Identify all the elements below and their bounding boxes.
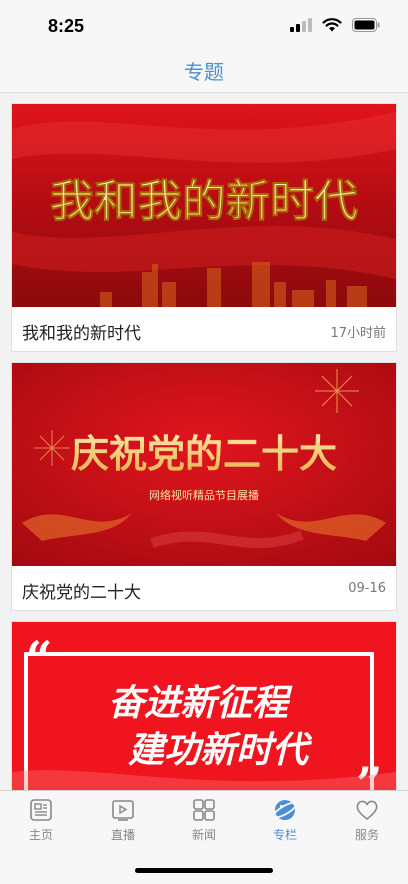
tab-label: 直播 — [110, 828, 135, 842]
news-grid-icon — [193, 799, 215, 821]
topic-banner-image[interactable]: “ ” 奋进新征程 建功新时代 — [12, 622, 396, 790]
topic-title: 我和我的新时代 — [22, 324, 141, 344]
status-icons — [290, 18, 380, 32]
navigation-bar: 专题 — [0, 48, 408, 93]
banner-title-text: 庆祝党的二十大 — [71, 431, 337, 476]
page-title: 专题 — [184, 60, 224, 84]
status-bar: 8:25 — [0, 0, 408, 48]
tab-service[interactable]: 服务 — [326, 797, 408, 847]
tab-live[interactable]: 直播 — [82, 797, 164, 847]
tab-label: 服务 — [354, 828, 379, 842]
tab-label: 新闻 — [191, 828, 216, 842]
status-time: 8:25 — [48, 16, 85, 36]
topic-banner-image[interactable]: 我和我的新时代 — [12, 104, 396, 307]
home-indicator[interactable] — [135, 868, 273, 873]
banner-title-text: 我和我的新时代 — [50, 176, 358, 227]
tab-home[interactable]: 主页 — [0, 797, 82, 847]
topic-card[interactable]: 我和我的新时代 我和我的新时代 17小时前 — [11, 103, 397, 352]
banner-line1-text: 奋进新征程 — [108, 683, 293, 724]
quote-open-icon: “ — [26, 631, 52, 685]
topic-banner-image[interactable]: 庆祝党的二十大 网络视听精品节目展播 — [12, 363, 396, 566]
home-newspaper-icon — [30, 799, 52, 821]
cellular-signal-icon — [290, 18, 312, 32]
banner-subtitle-text: 网络视听精品节目展播 — [149, 488, 259, 502]
tab-column[interactable]: 专栏 — [244, 797, 326, 847]
tab-label: 专栏 — [272, 828, 297, 842]
battery-icon — [352, 18, 380, 32]
service-heart-icon — [356, 800, 378, 820]
topic-card-meta: 我和我的新时代 17小时前 — [12, 307, 396, 351]
topic-title: 庆祝党的二十大 — [22, 583, 141, 603]
topic-timestamp: 09-16 — [348, 581, 386, 596]
column-planet-icon — [272, 800, 298, 820]
topic-card-meta: 庆祝党的二十大 09-16 — [12, 566, 396, 610]
topic-timestamp: 17小时前 — [330, 326, 386, 341]
tab-label: 主页 — [28, 828, 53, 842]
topic-list[interactable]: 我和我的新时代 我和我的新时代 17小时前 庆祝党的二十大 网络视听精品节目展播… — [0, 92, 408, 790]
topic-card[interactable]: “ ” 奋进新征程 建功新时代 — [11, 621, 397, 790]
wifi-icon — [322, 18, 342, 32]
live-video-icon — [112, 800, 134, 821]
banner-line2-text: 建功新时代 — [128, 730, 313, 771]
tab-news[interactable]: 新闻 — [163, 797, 245, 847]
topic-card[interactable]: 庆祝党的二十大 网络视听精品节目展播 庆祝党的二十大 09-16 — [11, 362, 397, 611]
